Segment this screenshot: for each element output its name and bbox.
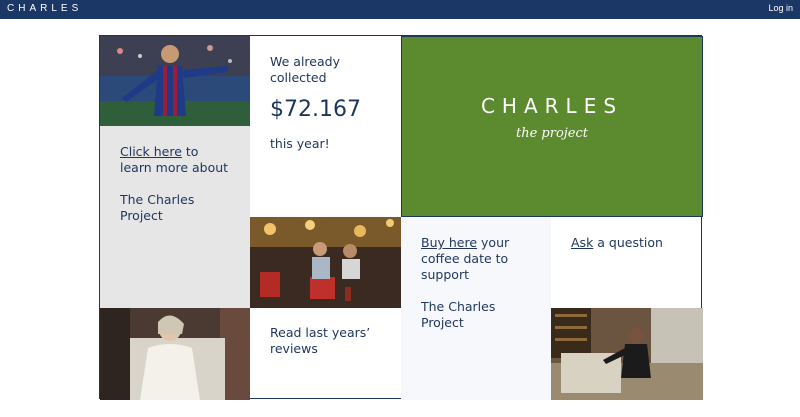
collected-tile: We already collected $72.167 this year!: [250, 36, 401, 217]
learn-more-text: Click here to learn more about: [120, 144, 230, 176]
collected-outro: this year!: [270, 136, 330, 151]
woman-chair-photo: [100, 308, 250, 400]
footballer-photo: [100, 36, 250, 126]
brand-logo-text[interactable]: CHARLES: [7, 3, 82, 14]
woman-library-photo: [551, 308, 703, 400]
tile-grid: Click here to learn more about The Charl…: [99, 35, 703, 400]
ask-text: Ask a question: [571, 235, 683, 251]
coffee-tile: Buy here your coffee date to support The…: [401, 217, 551, 400]
top-nav-bar: CHARLES Log in: [0, 0, 800, 19]
collected-intro: We already collected: [270, 54, 340, 85]
buy-here-link[interactable]: Buy here: [421, 235, 477, 250]
logo-subtitle: the project: [515, 126, 588, 141]
logo-title: CHARLES: [480, 94, 624, 118]
cafe-photo: [250, 217, 401, 308]
coffee-project-name: The Charles Project: [421, 299, 496, 330]
ask-tile: Ask a question: [551, 217, 703, 308]
learn-more-tile: Click here to learn more about The Charl…: [100, 126, 250, 308]
charles-logo-tile: CHARLES the project: [401, 36, 703, 217]
collected-amount: $72.167: [270, 97, 361, 122]
reviews-link-text[interactable]: Read last years’ reviews: [270, 325, 381, 357]
login-link[interactable]: Log in: [768, 3, 793, 13]
click-here-link[interactable]: Click here: [120, 144, 182, 159]
ask-label: a question: [593, 235, 663, 250]
reviews-tile: Read last years’ reviews: [250, 308, 401, 400]
coffee-text: Buy here your coffee date to support: [421, 235, 531, 283]
ask-link[interactable]: Ask: [571, 235, 593, 250]
learn-project-name: The Charles Project: [120, 192, 195, 223]
